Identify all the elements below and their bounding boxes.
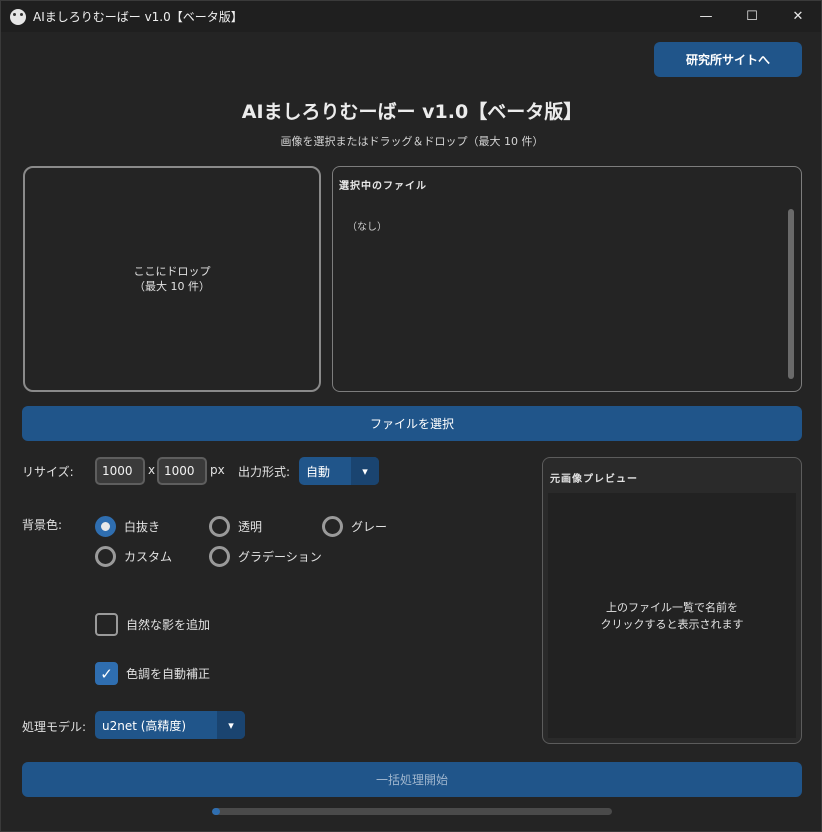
preview-panel: 元画像プレビュー 上のファイル一覧で名前を クリックすると表示されます xyxy=(542,457,802,744)
color-correct-checkbox-label: 色調を自動補正 xyxy=(126,667,211,681)
panda-icon xyxy=(10,8,26,25)
radio-transparent-label: 透明 xyxy=(238,520,263,534)
close-button[interactable]: ✕ xyxy=(775,1,821,32)
file-list-scrollbar[interactable] xyxy=(788,209,794,379)
lab-site-button[interactable]: 研究所サイトへ xyxy=(654,42,802,77)
output-format-label: 出力形式: xyxy=(238,465,291,479)
progress-bar xyxy=(212,808,612,815)
radio-white-indicator xyxy=(95,516,116,537)
minimize-button[interactable]: — xyxy=(683,1,729,32)
page-title: AIましろりむーばー v1.0【ベータ版】 xyxy=(241,101,583,123)
radio-custom-indicator xyxy=(95,546,116,567)
shadow-checkbox[interactable]: 自然な影を追加 xyxy=(95,613,210,636)
radio-gray-indicator xyxy=(322,516,343,537)
radio-gray[interactable]: グレー xyxy=(322,516,387,537)
drop-zone[interactable]: ここにドロップ （最大 10 件） xyxy=(23,166,321,392)
chevron-down-icon: ▾ xyxy=(217,711,245,739)
maximize-button[interactable]: ☐ xyxy=(729,1,775,32)
resize-unit: px xyxy=(210,463,225,477)
start-batch-button[interactable]: 一括処理開始 xyxy=(22,762,802,797)
shadow-checkbox-label: 自然な影を追加 xyxy=(126,618,211,632)
resize-height-input[interactable] xyxy=(157,457,207,485)
output-format-value: 自動 xyxy=(306,464,331,479)
radio-white[interactable]: 白抜き xyxy=(95,516,160,537)
radio-custom-label: カスタム xyxy=(124,550,173,564)
resize-width-input[interactable] xyxy=(95,457,145,485)
radio-gradient-label: グラデーション xyxy=(238,550,322,564)
background-label: 背景色: xyxy=(22,518,63,532)
selected-files-panel: 選択中のファイル （なし） xyxy=(332,166,802,392)
window-title: AIましろりむーばー v1.0【ベータ版】 xyxy=(33,10,243,24)
radio-transparent-indicator xyxy=(209,516,230,537)
progress-fill xyxy=(212,808,220,815)
resize-label: リサイズ: xyxy=(22,465,74,479)
radio-custom[interactable]: カスタム xyxy=(95,546,172,567)
resize-separator: x xyxy=(148,463,156,477)
preview-title: 元画像プレビュー xyxy=(550,474,638,485)
page-subtitle: 画像を選択またはドラッグ＆ドロップ（最大 10 件） xyxy=(280,135,544,148)
drop-zone-text: ここにドロップ xyxy=(133,265,211,278)
radio-gray-label: グレー xyxy=(351,520,388,534)
shadow-checkbox-box xyxy=(95,613,118,636)
preview-hint-line2: クリックすると表示されます xyxy=(600,617,744,631)
preview-area: 上のファイル一覧で名前を クリックすると表示されます xyxy=(548,493,796,738)
radio-gradient-indicator xyxy=(209,546,230,567)
checkmark-icon: ✓ xyxy=(95,662,118,685)
preview-hint-line1: 上のファイル一覧で名前を xyxy=(606,600,738,614)
model-label: 処理モデル: xyxy=(22,720,87,734)
chevron-down-icon: ▾ xyxy=(351,457,379,485)
app-window: AIましろりむーばー v1.0【ベータ版】 — ☐ ✕ 研究所サイトへ AIまし… xyxy=(0,0,822,832)
model-dropdown[interactable]: u2net (高精度) ▾ xyxy=(95,711,245,739)
radio-transparent[interactable]: 透明 xyxy=(209,516,262,537)
drop-zone-limit: （最大 10 件） xyxy=(134,280,210,293)
radio-white-label: 白抜き xyxy=(124,520,161,534)
radio-gradient[interactable]: グラデーション xyxy=(209,546,322,567)
title-bar: AIましろりむーばー v1.0【ベータ版】 — ☐ ✕ xyxy=(1,1,821,32)
model-value: u2net (高精度) xyxy=(102,718,187,733)
output-format-dropdown[interactable]: 自動 ▾ xyxy=(299,457,379,485)
window-controls: — ☐ ✕ xyxy=(683,1,821,32)
select-file-button[interactable]: ファイルを選択 xyxy=(22,406,802,441)
selected-files-empty: （なし） xyxy=(347,222,387,233)
selected-files-title: 選択中のファイル xyxy=(339,181,427,192)
color-correct-checkbox[interactable]: ✓ 色調を自動補正 xyxy=(95,662,210,685)
